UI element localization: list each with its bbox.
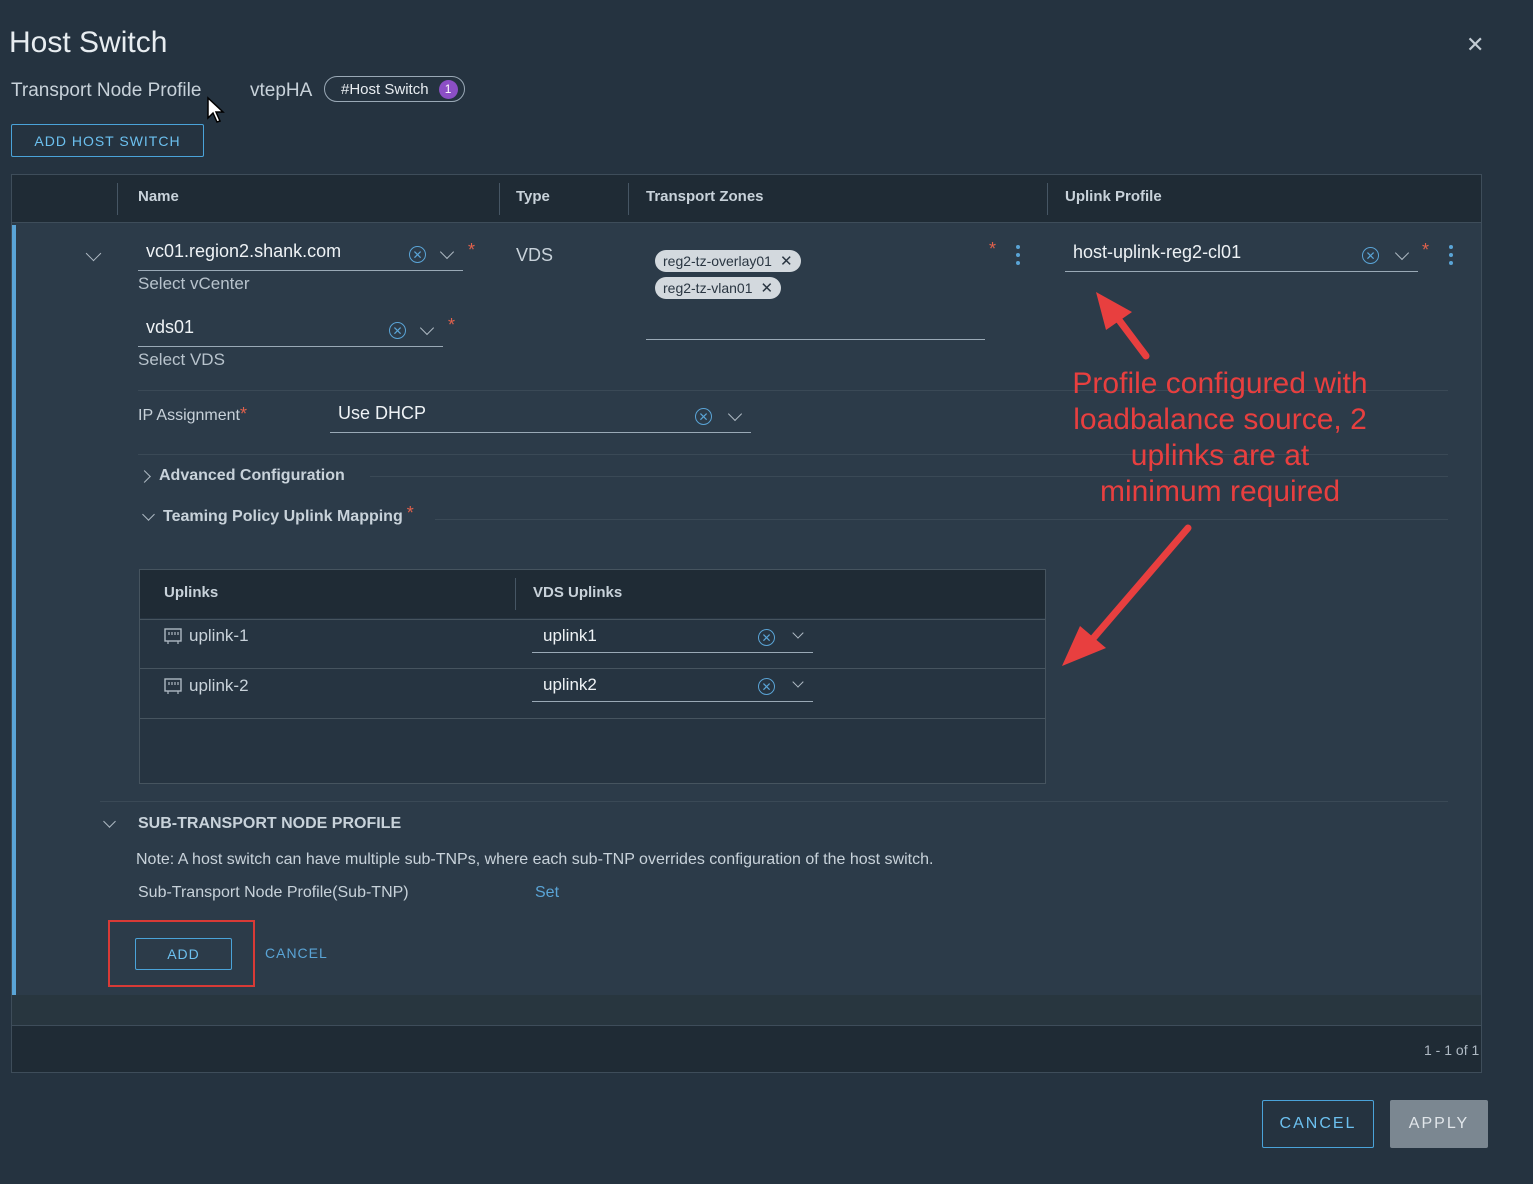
required-marker: *: [468, 240, 476, 260]
uplink-profile-select[interactable]: host-uplink-reg2-cl01 ✕: [1065, 238, 1418, 272]
required-marker: *: [1422, 240, 1430, 260]
vds-uplink-select[interactable]: uplink2 ✕: [532, 669, 813, 702]
breadcrumb-profile-label: Transport Node Profile: [11, 80, 202, 101]
divider: [435, 519, 1448, 520]
required-marker: *: [406, 502, 414, 523]
table-row: uplink-1: [163, 626, 249, 646]
column-header-uplinks: Uplinks: [164, 584, 219, 601]
switch-type: VDS: [516, 245, 554, 265]
column-separator: [515, 578, 516, 610]
column-header-name: Name: [138, 188, 179, 205]
sub-tnp-note: Note: A host switch can have multiple su…: [136, 851, 934, 868]
grid-footer: [12, 1026, 1481, 1072]
table-row: uplink-2: [163, 676, 249, 696]
vcenter-helper: Select vCenter: [138, 274, 250, 293]
ip-assignment-value: Use DHCP: [338, 403, 427, 423]
transport-zone-chip-label: reg2-tz-vlan01: [663, 280, 753, 296]
transport-zone-chip-label: reg2-tz-overlay01: [663, 253, 772, 269]
advanced-configuration-label: Advanced Configuration: [159, 467, 345, 484]
remove-chip-icon[interactable]: ✕: [780, 252, 793, 270]
apply-button[interactable]: APPLY: [1390, 1100, 1488, 1148]
column-separator: [499, 183, 500, 215]
cancel-button[interactable]: CANCEL: [1262, 1100, 1374, 1148]
host-switch-count-badge: 1: [438, 79, 458, 99]
ip-assignment-label-text: IP Assignment: [138, 407, 240, 424]
clear-icon[interactable]: ✕: [695, 408, 712, 425]
chevron-down-icon[interactable]: [727, 406, 743, 422]
required-marker: *: [989, 239, 997, 259]
required-marker: *: [239, 404, 247, 424]
teaming-policy-label: Teaming Policy Uplink Mapping: [163, 508, 403, 525]
breadcrumb-profile-name: vtepHA: [250, 80, 313, 101]
remove-chip-icon[interactable]: ✕: [761, 279, 774, 297]
chevron-down-icon[interactable]: [792, 676, 804, 688]
row-cancel-button[interactable]: CANCEL: [265, 945, 328, 961]
grid-footer-strip: [12, 995, 1481, 1026]
ip-assignment-select[interactable]: Use DHCP ✕: [330, 399, 751, 433]
uplink-profile-value: host-uplink-reg2-cl01: [1073, 242, 1242, 262]
mouse-cursor-icon: [207, 96, 225, 123]
column-header-uplink-profile: Uplink Profile: [1065, 188, 1162, 205]
annotation-arrows: [1062, 292, 1192, 666]
advanced-configuration-toggle[interactable]: Advanced Configuration: [138, 467, 345, 485]
dialog-title: Host Switch: [9, 26, 168, 59]
chevron-down-icon: [142, 507, 155, 521]
close-icon[interactable]: ✕: [1466, 32, 1484, 58]
chevron-right-icon: [138, 469, 151, 483]
vds-helper: Select VDS: [138, 350, 225, 369]
chevron-down-icon[interactable]: [439, 244, 455, 260]
vds-value: vds01: [146, 317, 195, 337]
chevron-down-icon[interactable]: [419, 320, 435, 336]
column-header-transport-zones: Transport Zones: [646, 188, 764, 205]
pagination-text: 1 - 1 of 1: [1424, 1042, 1480, 1058]
transport-zone-chip: reg2-tz-vlan01 ✕: [655, 277, 782, 299]
clear-icon[interactable]: ✕: [389, 322, 406, 339]
uplink-profile-more-icon[interactable]: [1449, 245, 1453, 269]
add-host-switch-button[interactable]: ADD HOST SWITCH: [11, 124, 204, 157]
ethernet-port-icon: [164, 678, 182, 694]
transport-zones-more-icon[interactable]: [1016, 245, 1020, 269]
column-separator: [628, 183, 629, 215]
sub-tnp-title: SUB-TRANSPORT NODE PROFILE: [138, 815, 402, 832]
ip-assignment-label: IP Assignment*: [138, 404, 247, 425]
column-separator: [117, 183, 118, 215]
chevron-down-icon[interactable]: [792, 627, 804, 639]
sub-tnp-label: Sub-Transport Node Profile(Sub-TNP): [138, 884, 409, 901]
host-switch-tag[interactable]: #Host Switch 1: [324, 76, 465, 102]
vds-select[interactable]: vds01 ✕: [138, 313, 443, 347]
annotation-highlight-box: [108, 920, 255, 987]
divider: [140, 718, 1045, 719]
vcenter-select[interactable]: vc01.region2.shank.com ✕: [138, 237, 463, 271]
clear-icon[interactable]: ✕: [409, 246, 426, 263]
sub-tnp-set-link[interactable]: Set: [535, 884, 559, 902]
required-marker: *: [448, 315, 456, 335]
clear-icon[interactable]: ✕: [758, 678, 775, 695]
chevron-down-icon[interactable]: [1394, 245, 1410, 261]
annotation-arrow-down-icon: [1086, 524, 1192, 646]
vcenter-value: vc01.region2.shank.com: [146, 241, 342, 261]
divider: [100, 801, 1448, 802]
row-selection-bar: [12, 225, 16, 995]
column-separator: [1047, 183, 1048, 215]
vds-uplink-value: uplink1: [543, 626, 597, 645]
teaming-policy-toggle[interactable]: Teaming Policy Uplink Mapping *: [140, 503, 414, 526]
host-switch-tag-label: #Host Switch: [341, 80, 429, 98]
column-header-type: Type: [516, 188, 550, 205]
uplink-name: uplink-2: [189, 676, 249, 695]
clear-icon[interactable]: ✕: [758, 629, 775, 646]
transport-zone-chip: reg2-tz-overlay01 ✕: [655, 250, 801, 272]
vds-uplink-select[interactable]: uplink1 ✕: [532, 620, 813, 653]
transport-zones-input[interactable]: [646, 339, 985, 340]
clear-icon[interactable]: ✕: [1362, 247, 1379, 264]
uplink-name: uplink-1: [189, 626, 249, 645]
vds-uplink-value: uplink2: [543, 675, 597, 694]
ethernet-port-icon: [164, 628, 182, 644]
column-header-vds-uplinks: VDS Uplinks: [533, 584, 623, 601]
